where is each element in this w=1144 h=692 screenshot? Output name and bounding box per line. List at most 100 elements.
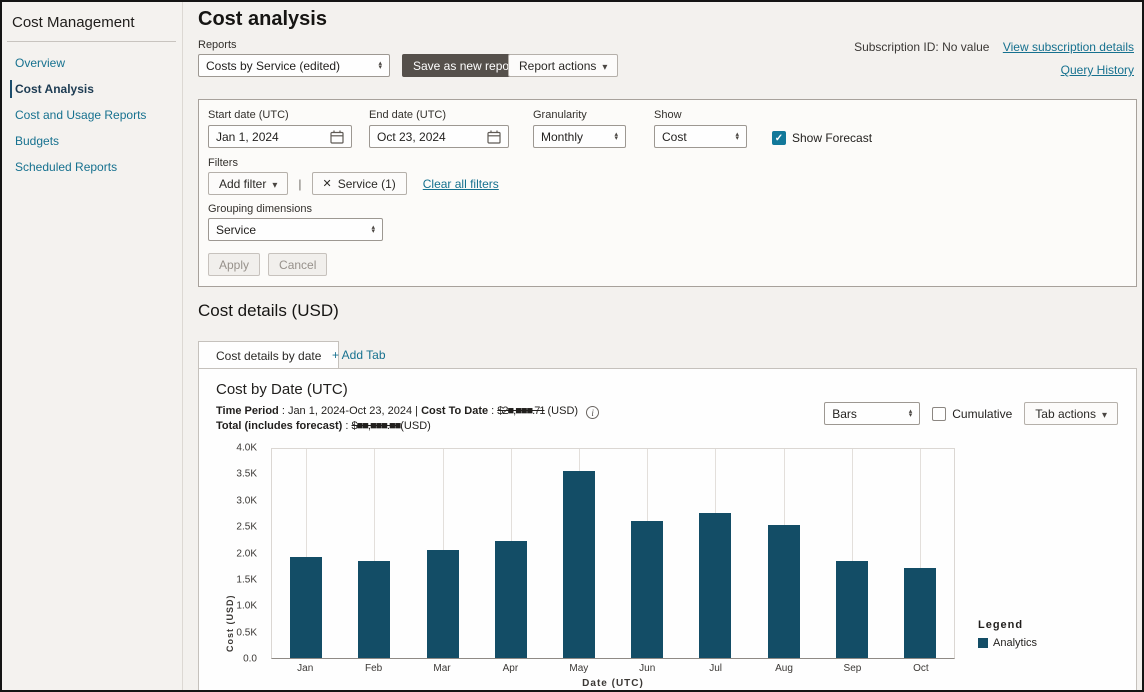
show-forecast-label: Show Forecast xyxy=(792,131,873,145)
remove-filter-icon[interactable]: ✕ xyxy=(323,177,332,190)
granularity-label: Granularity xyxy=(533,109,587,121)
legend-series-label: Analytics xyxy=(993,637,1038,649)
chart-meta-line1: Time Period : Jan 1, 2024-Oct 23, 2024 |… xyxy=(216,405,600,419)
page-title: Cost analysis xyxy=(198,8,327,30)
granularity-value: Monthly xyxy=(541,129,584,144)
y-tick-label: 0.5K xyxy=(236,627,257,639)
x-tick-label: Apr xyxy=(502,663,519,674)
select-stepper-icon: ▴ ▾ xyxy=(735,130,739,142)
sidebar-title: Cost Management xyxy=(12,14,135,31)
total-label: Total (includes forecast) xyxy=(216,420,343,432)
x-axis-labels: Jan Feb Mar Apr May Jun Jul Aug Sep Oct xyxy=(271,663,955,674)
show-group: Show Cost ▴ ▾ xyxy=(654,109,747,148)
show-label: Show xyxy=(654,109,682,121)
main-content: Cost analysis Subscription ID: No value … xyxy=(184,2,1142,690)
bar-jan[interactable] xyxy=(290,556,323,658)
tab-actions-button[interactable]: Tab actions xyxy=(1024,402,1118,425)
end-date-label: End date (UTC) xyxy=(369,109,447,121)
start-date-label: Start date (UTC) xyxy=(208,109,289,121)
filter-separator: | xyxy=(298,176,302,191)
report-actions-label: Report actions xyxy=(519,58,597,73)
service-filter-label: Service (1) xyxy=(337,176,396,191)
granularity-group: Granularity Monthly ▴ ▾ xyxy=(533,109,626,148)
x-axis-title: Date (UTC) xyxy=(582,678,644,689)
query-history-link[interactable]: Query History xyxy=(1061,63,1134,77)
subscription-info: Subscription ID: No value View subscript… xyxy=(854,40,1134,77)
granularity-select[interactable]: Monthly ▴ ▾ xyxy=(533,125,626,148)
cumulative-checkbox[interactable] xyxy=(932,406,947,421)
sidebar-divider xyxy=(7,41,176,42)
cumulative-label: Cumulative xyxy=(952,406,1013,421)
cost-management-window: Cost Management Overview Cost Analysis C… xyxy=(0,0,1144,692)
bar-jul[interactable] xyxy=(699,512,732,658)
add-filter-button[interactable]: Add filter xyxy=(208,172,289,195)
caret-down-icon xyxy=(1102,407,1107,421)
reports-select[interactable]: Costs by Service (edited) ▴ ▾ xyxy=(198,54,390,77)
cumulative-group: Cumulative xyxy=(932,406,1013,421)
sidebar-item-cost-analysis[interactable]: Cost Analysis xyxy=(2,76,182,102)
time-period-label: Time Period xyxy=(216,405,279,417)
tab-cost-details-by-date[interactable]: Cost details by date xyxy=(198,341,340,369)
select-stepper-icon: ▴ ▾ xyxy=(371,223,375,235)
show-value: Cost xyxy=(662,129,687,144)
subscription-id-text: Subscription ID: No value xyxy=(854,40,990,54)
add-filter-label: Add filter xyxy=(219,176,267,191)
legend-swatch xyxy=(978,638,988,648)
x-tick-label: Sep xyxy=(843,663,862,674)
y-tick-label: 4.0K xyxy=(236,442,257,454)
grouping-dimensions-label: Grouping dimensions xyxy=(208,203,312,215)
calendar-icon[interactable] xyxy=(487,130,501,144)
calendar-icon[interactable] xyxy=(330,130,344,144)
add-tab-button[interactable]: + Add Tab xyxy=(332,348,386,362)
y-tick-label: 1.5K xyxy=(236,574,257,586)
bar-sep[interactable] xyxy=(835,560,868,658)
select-stepper-icon: ▴ ▾ xyxy=(378,59,382,71)
clear-all-filters-link[interactable]: Clear all filters xyxy=(423,177,499,191)
bar-apr[interactable] xyxy=(494,540,527,658)
bar-aug[interactable] xyxy=(767,524,800,658)
caret-down-icon xyxy=(602,59,607,73)
start-date-input[interactable] xyxy=(216,129,316,144)
x-tick-label: Oct xyxy=(913,663,929,674)
info-icon[interactable]: i xyxy=(586,406,600,419)
bar-mar[interactable] xyxy=(426,550,459,658)
view-subscription-details-link[interactable]: View subscription details xyxy=(1003,40,1134,54)
chart-legend: Legend Analytics xyxy=(978,619,1037,649)
x-tick-label: Mar xyxy=(433,663,451,674)
y-tick-label: 3.5K xyxy=(236,468,257,480)
bar-chart: Cost (USD) 0.0 0.5K 1.0K 1.5K 2.0K 2.5K 3.0K 3.… xyxy=(199,439,1138,690)
sidebar-item-scheduled-reports[interactable]: Scheduled Reports xyxy=(2,154,182,180)
end-date-group: End date (UTC) xyxy=(369,109,509,148)
caret-down-icon xyxy=(272,177,277,191)
service-filter-chip[interactable]: ✕ Service (1) xyxy=(311,172,407,195)
report-actions-button[interactable]: Report actions xyxy=(508,54,619,77)
tab-actions-label: Tab actions xyxy=(1035,406,1096,421)
bar-may[interactable] xyxy=(562,470,595,658)
end-date-input[interactable] xyxy=(377,129,477,144)
chart-meta-line2: Total (includes forecast) : $■■,■■■.■■(U… xyxy=(216,420,431,432)
chart-type-select[interactable]: Bars ▴ ▾ xyxy=(824,402,921,425)
sidebar-item-cost-and-usage-reports[interactable]: Cost and Usage Reports xyxy=(2,102,182,128)
y-tick-label: 0.0 xyxy=(243,653,257,665)
sidebar-item-overview[interactable]: Overview xyxy=(2,50,182,76)
select-stepper-icon: ▴ ▾ xyxy=(908,407,913,419)
filter-panel: Start date (UTC) End date (UTC) Granular… xyxy=(198,99,1137,287)
filters-label: Filters xyxy=(208,157,238,169)
cost-details-heading: Cost details (USD) xyxy=(198,301,339,320)
bar-oct[interactable] xyxy=(903,567,936,658)
apply-button[interactable]: Apply xyxy=(208,253,261,276)
show-select[interactable]: Cost ▴ ▾ xyxy=(654,125,747,148)
sidebar: Cost Management Overview Cost Analysis C… xyxy=(2,2,183,690)
grouping-dimensions-select[interactable]: Service ▴ ▾ xyxy=(208,218,383,241)
cost-to-date-value: $2■,■■■.71 xyxy=(497,405,545,417)
bar-jun[interactable] xyxy=(631,521,664,658)
y-tick-label: 3.0K xyxy=(236,495,257,507)
cost-to-date-currency: (USD) xyxy=(547,405,579,417)
cancel-button[interactable]: Cancel xyxy=(268,253,328,276)
bar-feb[interactable] xyxy=(358,560,391,658)
grouping-dimensions-value: Service xyxy=(216,222,257,237)
sidebar-item-budgets[interactable]: Budgets xyxy=(2,128,182,154)
y-axis: 0.0 0.5K 1.0K 1.5K 2.0K 2.5K 3.0K 3.5K 4.0K xyxy=(199,443,263,665)
cost-to-date-label: Cost To Date xyxy=(421,405,489,417)
show-forecast-checkbox[interactable] xyxy=(772,131,786,145)
